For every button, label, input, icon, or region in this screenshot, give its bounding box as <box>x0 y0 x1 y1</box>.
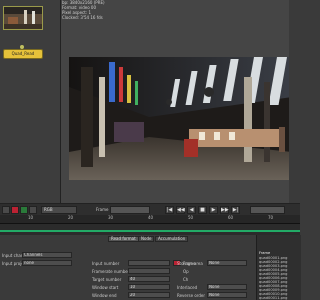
go-end-button[interactable]: ▶| <box>231 206 240 214</box>
tab-node[interactable]: Node <box>138 236 155 242</box>
input-project-dropdown[interactable]: none <box>22 260 72 266</box>
input-channel-dropdown[interactable]: Channels <box>22 252 72 258</box>
timeline[interactable]: 10 20 30 40 50 60 70 <box>0 215 300 235</box>
right-label: Storage area <box>177 261 203 266</box>
list-header: Frame <box>259 251 271 255</box>
tick-label: 20 <box>68 215 74 220</box>
end-frame-input[interactable] <box>250 206 285 214</box>
tick-label: 50 <box>188 215 194 220</box>
toolbar-button-1[interactable] <box>2 206 10 214</box>
storage-area-dropdown[interactable]: None <box>207 260 247 266</box>
tab-read-format[interactable]: Read format <box>108 236 139 242</box>
channel-green-button[interactable] <box>20 206 28 214</box>
tick-label: 30 <box>108 215 114 220</box>
view-dropdown[interactable]: RGB <box>41 206 77 214</box>
tick-label: 60 <box>228 215 234 220</box>
target-number-field[interactable]: 40 <box>128 276 170 282</box>
node-thumbnail[interactable] <box>3 6 43 30</box>
viewer-side-strip <box>289 0 300 203</box>
toolbar-button-4[interactable] <box>29 206 37 214</box>
go-start-button[interactable]: |◀ <box>165 206 174 214</box>
window-end-field[interactable]: 20 <box>128 292 170 298</box>
node-label[interactable]: Quad_Read <box>3 49 43 59</box>
tick-label: 40 <box>148 215 154 220</box>
frame-label: Frame <box>96 207 109 212</box>
timeline-ruler[interactable]: 10 20 30 40 50 60 70 <box>0 215 300 224</box>
viewer-image <box>69 57 292 180</box>
step-back-button[interactable]: ◀ <box>187 206 196 214</box>
frame-list-panel[interactable]: Frame quad00001.png quad00002.png quad00… <box>256 235 301 300</box>
channel-red-button[interactable] <box>11 206 19 214</box>
rewind-button[interactable]: ◀◀ <box>176 206 185 214</box>
tab-accumulation[interactable]: Accumulation <box>155 236 189 242</box>
prop-label: Window start <box>92 285 119 290</box>
play-button[interactable]: ▶ <box>209 206 218 214</box>
stop-button[interactable]: ■ <box>198 206 207 214</box>
tick-label: 70 <box>268 215 274 220</box>
node-graph-panel[interactable] <box>0 0 61 203</box>
reverse-order-dropdown[interactable]: None <box>207 292 247 298</box>
mid-label: Op <box>183 269 189 274</box>
right-label: Interlaced <box>177 285 198 290</box>
input-number-field[interactable] <box>128 260 170 266</box>
properties-panel: Read format Node Accumulation Input chan… <box>0 235 255 300</box>
info-clocked: Clocked: 3'54 16 fds <box>62 15 103 20</box>
prop-label: Input number <box>92 261 120 266</box>
frame-input[interactable] <box>110 206 150 214</box>
timeline-track[interactable] <box>0 230 300 232</box>
right-label: Reverse order <box>177 293 206 298</box>
fast-forward-button[interactable]: ▶▶ <box>220 206 229 214</box>
framerate-field[interactable] <box>128 268 170 274</box>
prop-label: Framerate number <box>92 269 130 274</box>
prop-label: Window end <box>92 293 117 298</box>
interlaced-dropdown[interactable]: None <box>207 284 247 290</box>
prop-label: Target number <box>92 277 122 282</box>
mid-label: Ch <box>183 277 189 282</box>
window-start-field[interactable]: 10 <box>128 284 170 290</box>
tick-label: 10 <box>28 215 34 220</box>
list-item[interactable]: quad00011.png <box>259 296 287 300</box>
